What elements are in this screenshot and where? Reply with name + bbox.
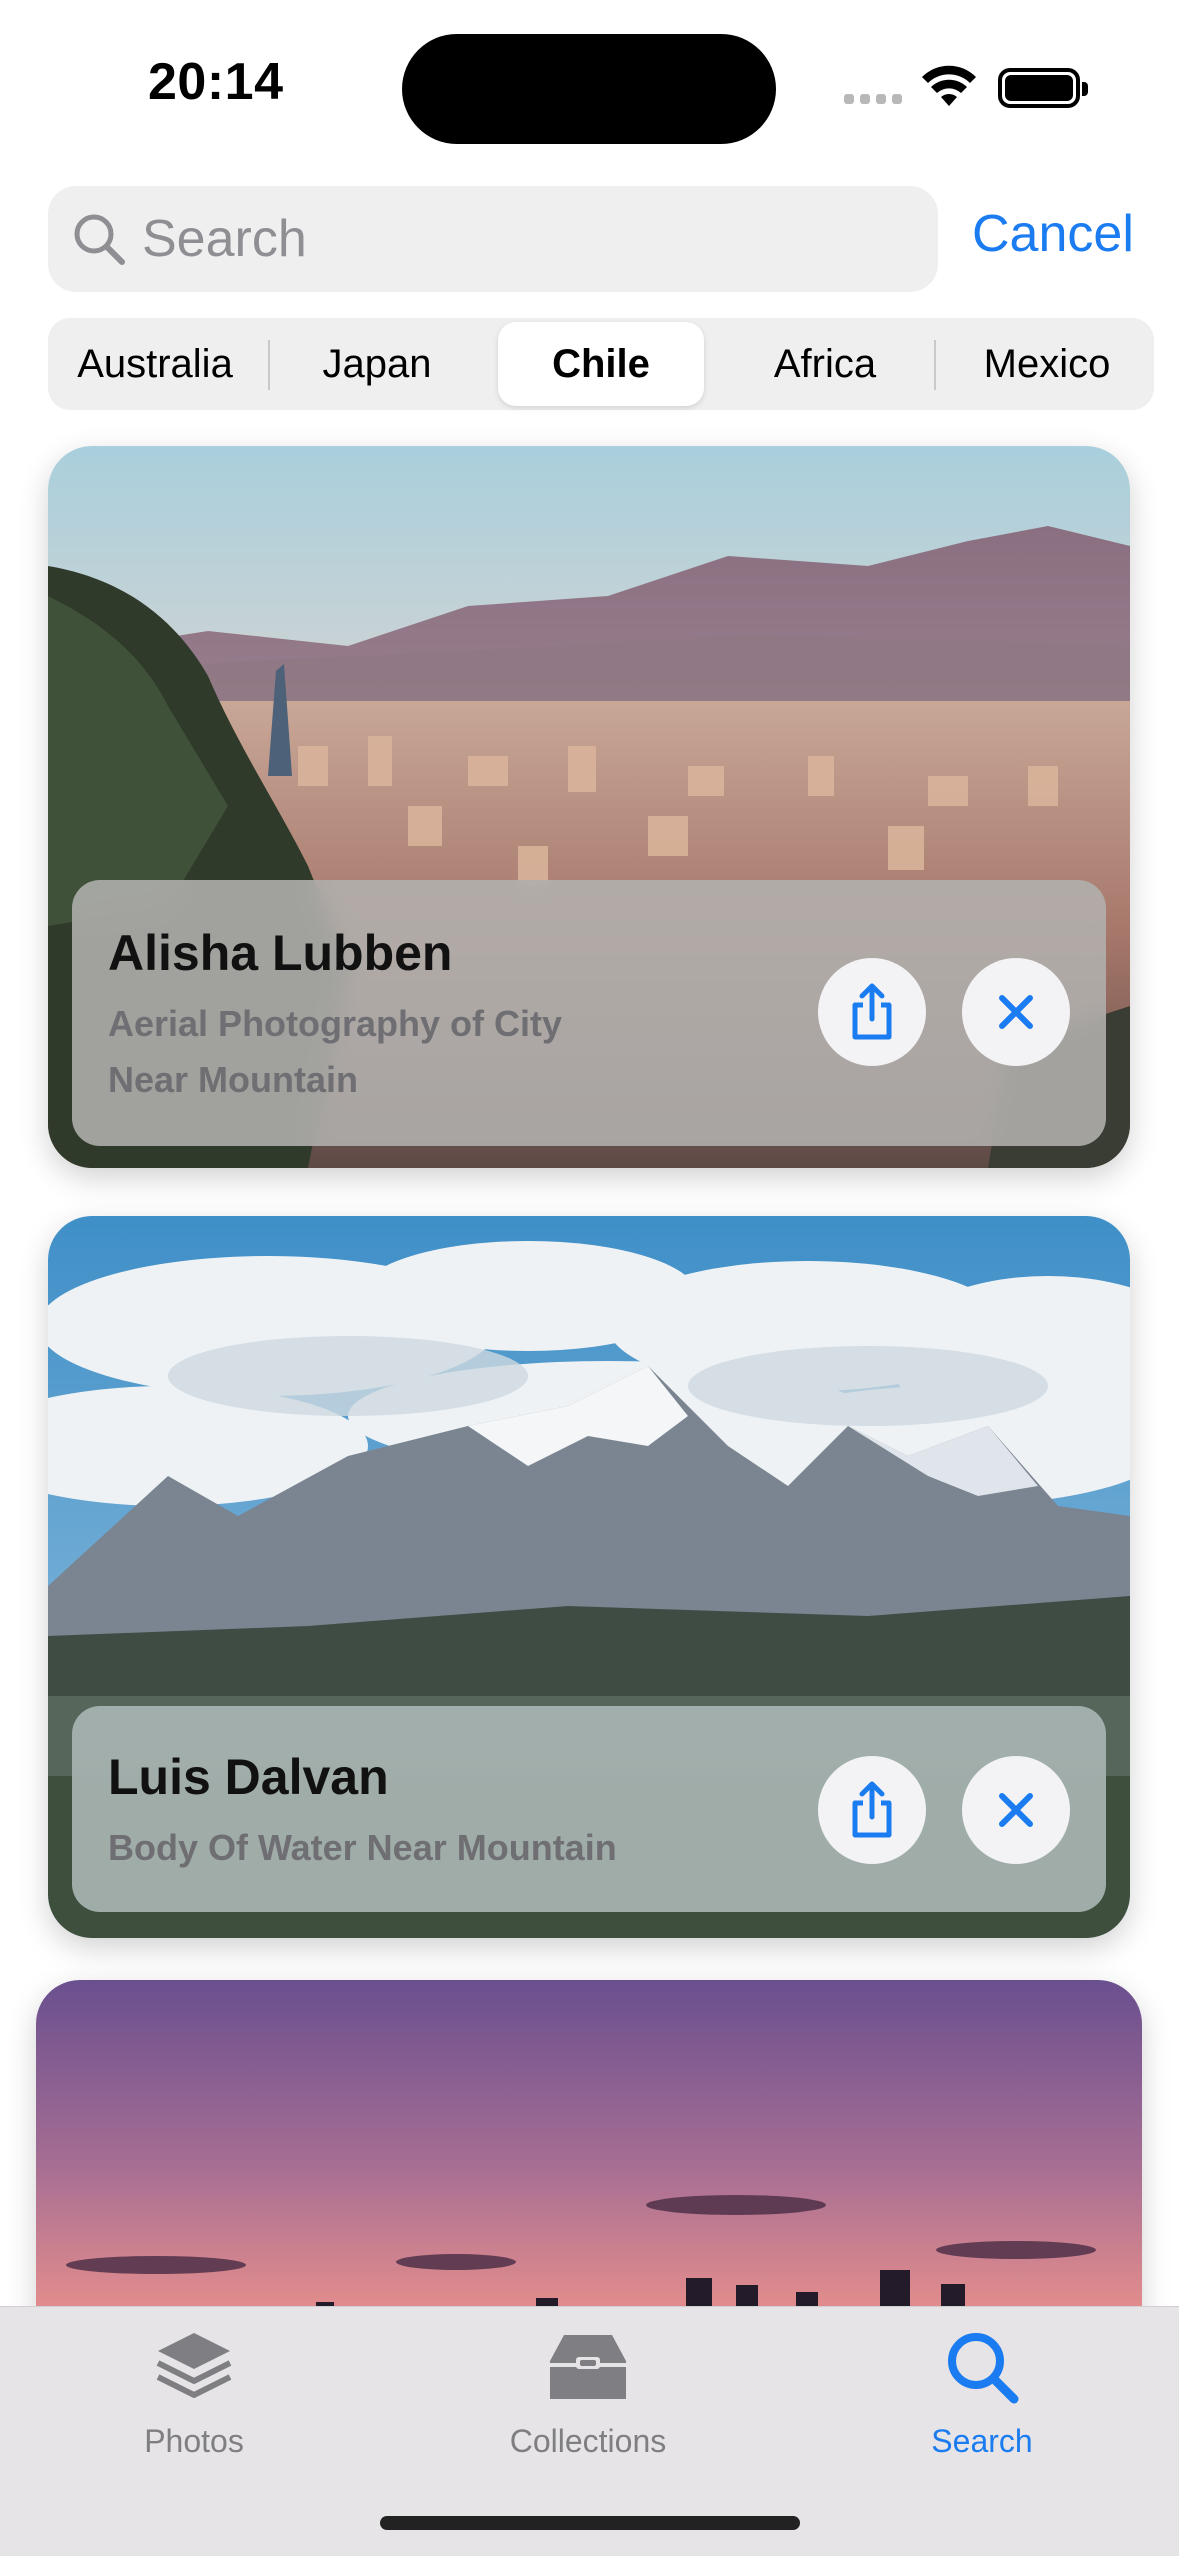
segment-australia[interactable]: Australia: [52, 322, 258, 406]
photo-info-panel: Luis Dalvan Body Of Water Near Mountain: [72, 1706, 1106, 1912]
photo-card[interactable]: Luis Dalvan Body Of Water Near Mountain: [48, 1216, 1130, 1938]
segment-chile[interactable]: Chile: [498, 322, 704, 406]
search-field[interactable]: [48, 186, 938, 292]
share-button[interactable]: [818, 1756, 926, 1864]
tab-label: Collections: [509, 2423, 667, 2459]
tray-icon: [550, 2335, 626, 2399]
share-button[interactable]: [818, 958, 926, 1066]
tab-label: Search: [931, 2423, 1033, 2459]
country-segmented-control: Australia Japan Chile Africa Mexico: [48, 318, 1154, 410]
dismiss-button[interactable]: [962, 1756, 1070, 1864]
tab-search[interactable]: Search: [862, 2327, 1102, 2477]
wifi-icon: [922, 65, 976, 106]
search-input[interactable]: [142, 209, 902, 269]
cellular-signal-icon: [844, 94, 902, 104]
segment-japan[interactable]: Japan: [274, 322, 480, 406]
home-indicator: [380, 2516, 800, 2530]
dismiss-button[interactable]: [962, 958, 1070, 1066]
author-name: Alisha Lubben: [108, 925, 453, 981]
segment-africa[interactable]: Africa: [722, 322, 928, 406]
search-icon: [74, 214, 125, 265]
author-name: Luis Dalvan: [108, 1749, 389, 1805]
photo-description: Aerial Photography of City Near Mountain: [108, 1003, 563, 1100]
share-icon: [852, 983, 892, 1040]
dynamic-island: [402, 34, 776, 144]
tab-photos[interactable]: Photos: [74, 2327, 314, 2477]
close-icon: [999, 1793, 1033, 1827]
tab-collections[interactable]: Collections: [468, 2327, 708, 2477]
stack-icon: [156, 2333, 232, 2398]
close-icon: [999, 995, 1033, 1029]
photo-description: Body Of Water Near Mountain: [108, 1827, 617, 1868]
photo-info-panel: Alisha Lubben Aerial Photography of City…: [72, 880, 1106, 1146]
tab-label: Photos: [144, 2423, 244, 2459]
magnifier-icon: [948, 2333, 1019, 2404]
segment-divider: [268, 340, 270, 390]
cancel-button[interactable]: Cancel: [972, 204, 1134, 264]
segment-divider: [934, 340, 936, 390]
share-icon: [852, 1781, 892, 1838]
segment-mexico[interactable]: Mexico: [944, 322, 1150, 406]
status-time: 20:14: [148, 53, 284, 111]
photo-card[interactable]: Alisha Lubben Aerial Photography of City…: [48, 446, 1130, 1168]
battery-icon: [998, 68, 1088, 108]
